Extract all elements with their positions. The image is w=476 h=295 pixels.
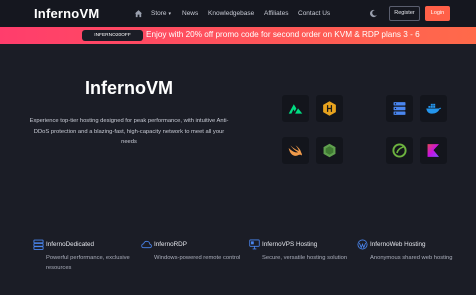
top-header: InfernoVM Store ▾ News Knowledgebase Affi… — [0, 0, 476, 27]
vps-icon — [249, 239, 260, 250]
nav-store-label: Store — [151, 10, 167, 17]
feature-description: Powerful performance, exclusive resource… — [46, 255, 130, 271]
nav-affiliates[interactable]: Affiliates — [264, 10, 288, 17]
spring-icon — [392, 143, 407, 158]
feature-title: InfernoRDP — [154, 241, 187, 248]
swift-icon — [288, 145, 302, 156]
chevron-down-icon: ▾ — [168, 11, 172, 17]
nuxt-icon — [288, 104, 303, 114]
hero-description: Experience top-tier hosting designed for… — [29, 118, 229, 145]
site-logo[interactable]: InfernoVM — [34, 6, 99, 21]
promo-text: Enjoy with 20% off promo code for second… — [146, 30, 420, 39]
hero-title: InfernoVM — [85, 78, 173, 98]
home-icon[interactable] — [134, 9, 143, 18]
tech-tile-kotlin — [420, 137, 447, 164]
feature-description: Anonymous shared web hosting — [370, 255, 453, 261]
kotlin-icon — [427, 144, 440, 157]
nodejs-icon — [323, 143, 336, 158]
tech-tile-hono — [316, 95, 343, 122]
nav-contact-us[interactable]: Contact Us — [298, 10, 330, 17]
nav-knowledgebase[interactable]: Knowledgebase — [208, 10, 254, 17]
tech-tile-nodejs — [316, 137, 343, 164]
hono-icon — [323, 101, 336, 116]
feature-description: Windows-powered remote control — [154, 255, 241, 261]
feature-description: Secure, versatile hosting solution — [262, 255, 348, 261]
promo-code-badge[interactable]: INFERNO20OFF — [82, 30, 143, 41]
promo-banner: INFERNO20OFF Enjoy with 20% off promo co… — [0, 27, 476, 44]
feature-title: InfernoWeb Hosting — [370, 241, 426, 248]
register-button[interactable]: Register — [389, 6, 420, 21]
server-stack-icon — [33, 239, 44, 250]
feature-title: InfernoDedicated — [46, 241, 94, 248]
tech-tile-spring — [386, 137, 413, 164]
nav-news[interactable]: News — [182, 10, 198, 17]
tech-tile-docker — [420, 95, 447, 122]
feature-title: InfernoVPS Hosting — [262, 241, 318, 248]
docker-icon — [426, 103, 442, 114]
moon-icon[interactable] — [369, 9, 378, 18]
tech-tile-swift — [282, 137, 309, 164]
cloud-icon — [141, 240, 152, 249]
tech-tile-nuxt — [282, 95, 309, 122]
login-button[interactable]: Login — [425, 6, 450, 21]
tech-tile-server — [386, 95, 413, 122]
nav-store[interactable]: Store ▾ — [151, 10, 171, 17]
wordpress-icon — [357, 239, 368, 250]
server-icon — [393, 102, 406, 115]
